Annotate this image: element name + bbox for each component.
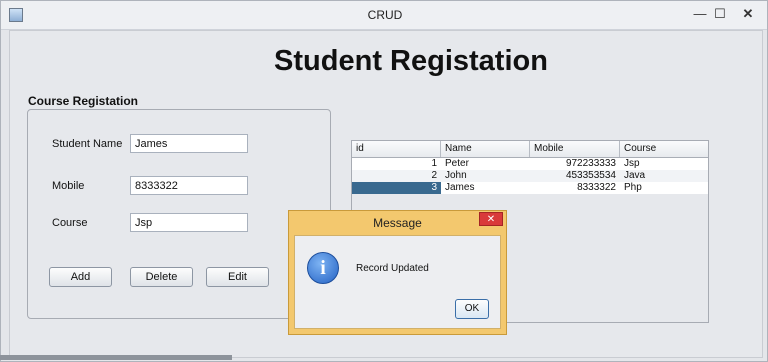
cell-course: Jsp [624,158,640,169]
cell-name: John [445,170,467,181]
student-name-input[interactable] [130,134,248,153]
course-input[interactable] [130,213,248,232]
column-header-id[interactable]: id [352,141,441,157]
cell-mobile: 972233333 [565,158,616,169]
course-label: Course [52,217,88,229]
group-title: Course Registation [28,94,139,108]
student-name-label: Student Name [52,138,123,150]
table-row[interactable]: 2 John 453353534 Java [352,170,708,182]
message-dialog: Message ✕ i Record Updated OK [288,210,507,335]
edit-button[interactable]: Edit [206,267,269,287]
cell-course: Java [624,170,646,181]
table-row-selected[interactable]: 3 James 8333322 Php [352,182,708,194]
add-button[interactable]: Add [49,267,112,287]
dialog-close-button[interactable]: ✕ [479,212,503,226]
dialog-body: i Record Updated OK [294,235,501,329]
app-window: CRUD — ☐ ✕ Student Registation Course Re… [0,0,768,362]
dialog-message: Record Updated [356,263,429,274]
cell-id: 1 [431,158,437,169]
cell-name: Peter [445,158,469,169]
window-title: CRUD [367,8,403,22]
cell-course: Php [624,182,642,193]
info-icon: i [307,252,339,284]
cell-mobile: 8333322 [577,182,616,193]
column-header-course[interactable]: Course [620,141,708,157]
delete-button[interactable]: Delete [130,267,193,287]
mobile-label: Mobile [52,180,85,192]
title-bar: CRUD — ☐ ✕ [1,1,767,30]
mobile-input[interactable] [130,176,248,195]
page-title: Student Registation [274,45,548,77]
column-header-name[interactable]: Name [441,141,530,157]
close-button[interactable]: ✕ [735,5,761,23]
column-header-mobile[interactable]: Mobile [530,141,620,157]
table-header: id Name Mobile Course [352,141,708,158]
table-row[interactable]: 1 Peter 972233333 Jsp [352,158,708,170]
horizontal-scrollbar[interactable] [0,355,232,360]
cell-id: 2 [431,170,437,181]
cell-mobile: 453353534 [565,170,616,181]
cell-name: James [445,182,475,193]
dialog-title: Message [373,216,422,230]
ok-button[interactable]: OK [455,299,489,319]
cell-id: 3 [352,182,441,194]
maximize-button[interactable]: ☐ [707,5,733,23]
